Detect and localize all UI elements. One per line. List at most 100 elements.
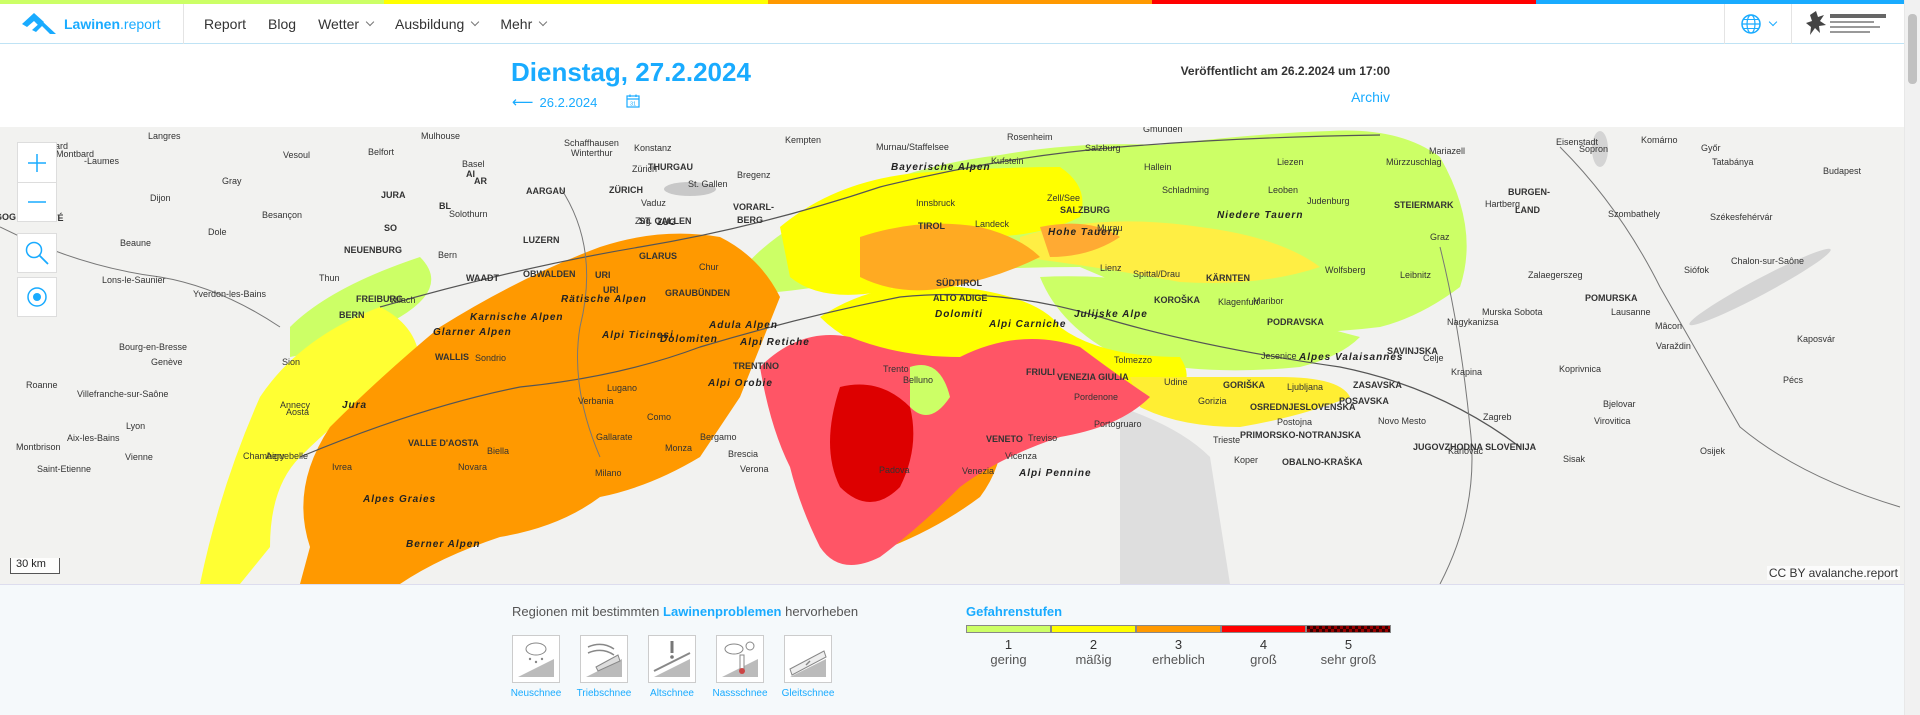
problem-filter-wind-slab[interactable]: Triebschnee bbox=[577, 635, 631, 699]
map-label: Mürzzuschlag bbox=[1386, 157, 1442, 167]
nav-item-wetter[interactable]: Wetter bbox=[318, 16, 375, 32]
search-icon bbox=[25, 241, 49, 265]
wind-slab-icon bbox=[586, 643, 622, 677]
danger-level-name: gering bbox=[990, 652, 1027, 667]
map-label: URI bbox=[603, 285, 619, 295]
map-label: Siófok bbox=[1684, 265, 1710, 275]
map-label: Murnau/Staffelsee bbox=[876, 142, 949, 152]
map-label: TRENTINO bbox=[733, 361, 779, 371]
problem-filter-wet-snow[interactable]: Nassschnee bbox=[712, 635, 768, 699]
map-label: Belluno bbox=[903, 375, 934, 385]
map-label: Beaune bbox=[120, 238, 152, 248]
site-logo[interactable]: Lawinen.report bbox=[0, 3, 184, 44]
map-label: Nagykanizsa bbox=[1447, 317, 1499, 327]
map-label: Kempten bbox=[785, 135, 822, 145]
map-label: Rätische Alpen bbox=[561, 294, 647, 305]
euregio-partner-logo[interactable] bbox=[1792, 4, 1904, 44]
map-label: Alpi Retiche bbox=[740, 337, 810, 348]
map-label: St. Gallen bbox=[688, 179, 728, 189]
danger-level-scale: 1 gering 2 mäßig 3 erheblich 4 groß 5 se… bbox=[966, 625, 1391, 667]
map-label: Krapina bbox=[1451, 367, 1483, 377]
map-label: Gmunden bbox=[1143, 127, 1183, 134]
avalanche-map[interactable]: Langres Montbard Vesoul Belfort Mulhouse Base… bbox=[0, 127, 1904, 584]
map-label: Venezia bbox=[962, 466, 995, 476]
map-label: Murau bbox=[1097, 223, 1123, 233]
map-label: Gorizia bbox=[1198, 396, 1227, 406]
map-label: Jesenice bbox=[1261, 351, 1297, 361]
problem-filter-gliding-snow[interactable]: Gleitschnee bbox=[782, 635, 834, 699]
archive-link[interactable]: Archiv bbox=[1351, 89, 1390, 105]
zoom-in-icon bbox=[28, 153, 46, 172]
map-label: Lons-le-Saunier bbox=[102, 275, 166, 285]
page-scrollbar[interactable] bbox=[1904, 0, 1920, 715]
map-attribution[interactable]: CC BY avalanche.report bbox=[1766, 566, 1900, 580]
map-label: Wolfsberg bbox=[1325, 265, 1366, 275]
problem-tile bbox=[716, 635, 764, 683]
zoom-out-icon bbox=[28, 201, 46, 203]
danger-level-swatch bbox=[1136, 625, 1221, 633]
calendar-icon[interactable]: 31 bbox=[626, 94, 640, 108]
map-label: Winterthur bbox=[571, 148, 613, 158]
map-label: Zug bbox=[635, 216, 651, 226]
map-label: Glarner Alpen bbox=[433, 327, 512, 338]
map-label: Graz bbox=[1430, 232, 1450, 242]
search-button[interactable] bbox=[17, 233, 57, 273]
map-label: Bayerische Alpen bbox=[891, 162, 991, 173]
map-label: Leoben bbox=[1268, 185, 1299, 195]
map-label: Zell/See bbox=[1047, 193, 1081, 203]
map-label: Niedere Tauern bbox=[1217, 210, 1304, 221]
locate-button[interactable] bbox=[17, 277, 57, 317]
map-label: Yverdon-les-Bains bbox=[193, 289, 267, 299]
region-level-4-dolomites[interactable] bbox=[760, 335, 1150, 565]
avalanche-problem-filters: Neuschnee Triebschnee Altschnee Nassschn… bbox=[511, 635, 852, 699]
map-label: Basel bbox=[462, 159, 485, 169]
map-label: Vienne bbox=[125, 452, 153, 462]
map-label: Roanne bbox=[26, 380, 58, 390]
svg-text:31: 31 bbox=[630, 102, 636, 108]
nav-item-blog[interactable]: Blog bbox=[268, 16, 296, 32]
danger-level-name: mäßig bbox=[1075, 652, 1112, 667]
euregio-logo-icon bbox=[1806, 10, 1886, 35]
map-label: Spittal/Drau bbox=[1133, 269, 1181, 279]
map-label: Thun bbox=[319, 273, 340, 283]
map-label: STEIERMARK bbox=[1394, 200, 1454, 210]
map-label: Dolomiti bbox=[935, 309, 983, 320]
map-label: Novara bbox=[458, 462, 488, 472]
map-label: Saint-Etienne bbox=[37, 464, 92, 474]
nav-item-mehr[interactable]: Mehr bbox=[500, 16, 548, 32]
map-label: Portogruaro bbox=[1094, 419, 1142, 429]
map-label: Mâcon bbox=[1655, 321, 1683, 331]
map-label: VENETO bbox=[986, 434, 1023, 444]
map-label: ZUG bbox=[657, 217, 676, 227]
map-label: JURA bbox=[381, 190, 406, 200]
persistent-weak-layers-icon bbox=[653, 641, 691, 677]
scrollbar-thumb[interactable] bbox=[1908, 14, 1917, 84]
zoom-in-button[interactable] bbox=[17, 142, 57, 182]
map-label: Landeck bbox=[975, 219, 1010, 229]
zoom-out-button[interactable] bbox=[17, 182, 57, 222]
map-label: Székesfehérvár bbox=[1710, 212, 1773, 222]
nav-item-ausbildung[interactable]: Ausbildung bbox=[395, 16, 480, 32]
map-label: GORIŠKA bbox=[1223, 380, 1266, 390]
nav-item-report[interactable]: Report bbox=[204, 16, 246, 32]
map-label: Osijek bbox=[1700, 446, 1726, 456]
previous-day-link[interactable]: ⟵ 26.2.2024 bbox=[512, 93, 597, 111]
map-label: Hallein bbox=[1144, 162, 1172, 172]
map-label: Budapest bbox=[1823, 166, 1862, 176]
map-label: VORARL- bbox=[733, 202, 774, 212]
map-label: FRIULI bbox=[1026, 367, 1055, 377]
map-label: BURGEN- bbox=[1508, 187, 1550, 197]
map-label: Sondrio bbox=[475, 353, 507, 363]
region-level-4-brenta[interactable] bbox=[830, 384, 914, 503]
map-label: POMURSKA bbox=[1585, 293, 1638, 303]
language-selector[interactable] bbox=[1724, 3, 1792, 44]
map-label: Udine bbox=[1164, 377, 1188, 387]
danger-level-name: sehr groß bbox=[1320, 652, 1377, 667]
map-label: Lugano bbox=[607, 383, 638, 393]
map-label: Murska Sobota bbox=[1482, 307, 1543, 317]
map-legend: Regionen mit bestimmten Lawinenproblemen… bbox=[0, 584, 1904, 715]
danger-level-swatch bbox=[1051, 625, 1136, 633]
problem-filter-new-snow[interactable]: Neuschnee bbox=[511, 635, 561, 699]
map-regions bbox=[0, 130, 1901, 584]
problem-filter-persistent-weak-layers[interactable]: Altschnee bbox=[648, 635, 696, 699]
